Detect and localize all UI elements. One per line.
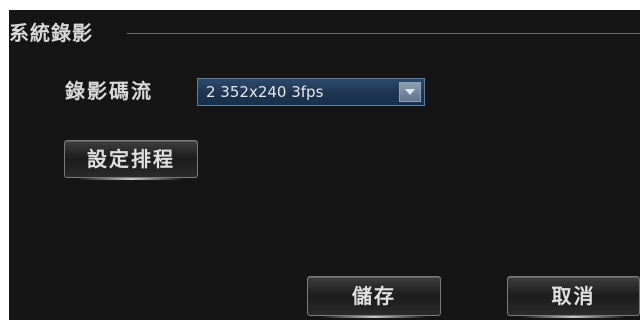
section-title: 系統錄影 — [9, 21, 93, 45]
section-divider — [127, 33, 640, 34]
set-schedule-button[interactable]: 設定排程 — [64, 140, 198, 180]
chevron-down-icon[interactable] — [399, 82, 421, 102]
section-header: 系統錄影 — [9, 18, 640, 48]
save-button[interactable]: 儲存 — [307, 276, 441, 318]
record-stream-label: 錄影碼流 — [65, 79, 153, 103]
record-stream-value: 2 352x240 3fps — [206, 83, 324, 101]
record-settings-panel: 系統錄影 錄影碼流 2 352x240 3fps 設定排程 儲存 取消 — [9, 10, 640, 320]
cancel-button[interactable]: 取消 — [507, 276, 640, 318]
record-stream-select[interactable]: 2 352x240 3fps — [197, 78, 425, 106]
